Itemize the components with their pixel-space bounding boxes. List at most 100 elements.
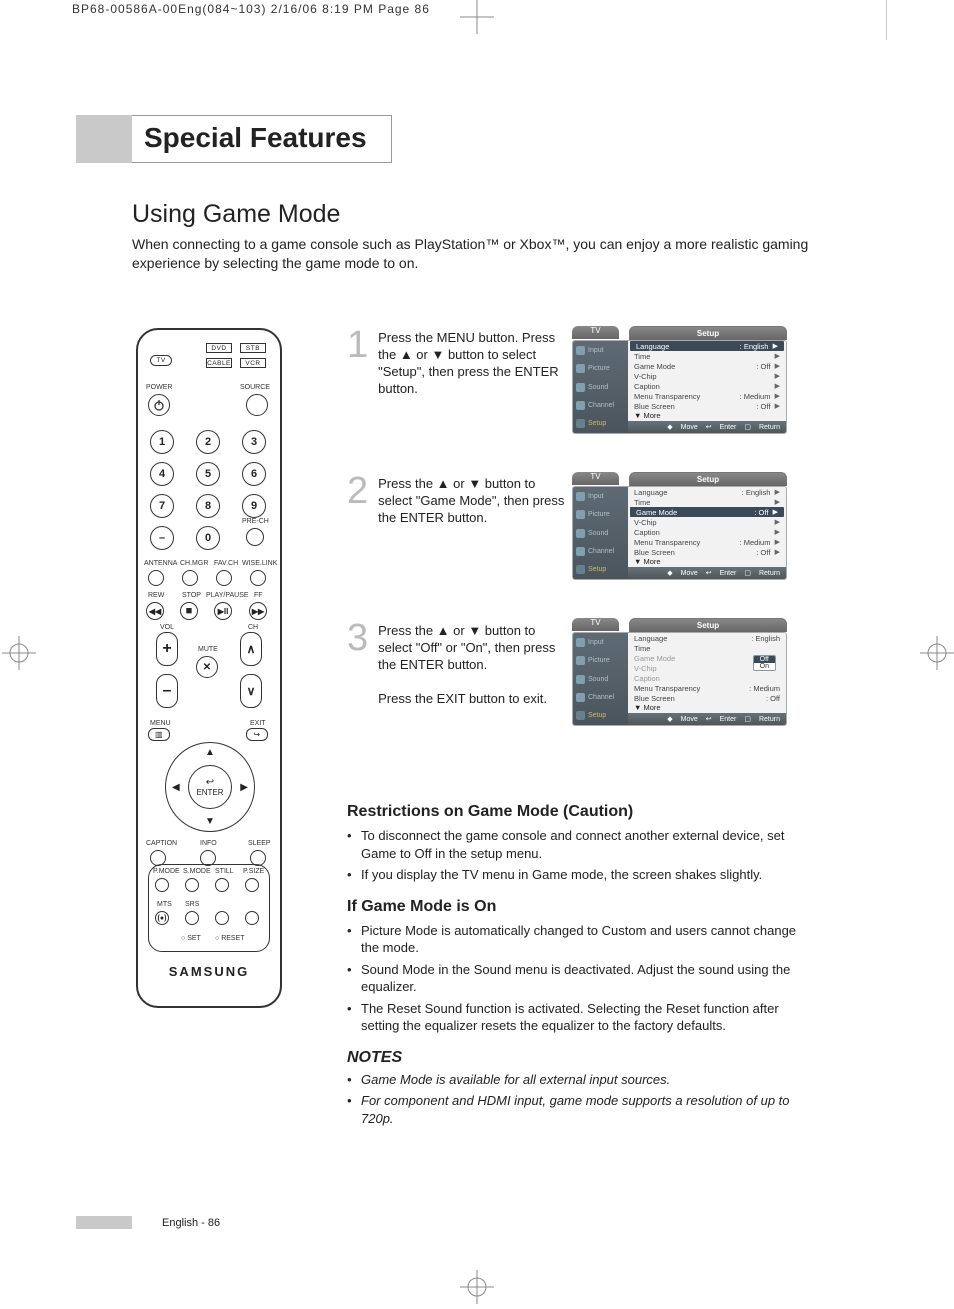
power-label: POWER <box>146 384 172 391</box>
osd-row-caption: Caption <box>628 673 786 683</box>
nav-down-icon: ▼ <box>205 816 215 827</box>
section-title: Special Features <box>132 115 392 163</box>
reset-label: ○ RESET <box>215 935 245 942</box>
mute-label: MUTE <box>198 646 218 653</box>
channel-icon <box>576 401 585 410</box>
sound-icon <box>576 529 585 538</box>
sound-icon <box>576 675 585 684</box>
playpause-label: PLAY/PAUSE <box>206 592 249 599</box>
srs-button <box>185 911 199 925</box>
osd-more: ▼ More <box>628 411 786 421</box>
brand-logo-text: SAMSUNG <box>138 964 280 979</box>
osd-screenshot-1: TV Setup Input Picture Sound Channel Set… <box>572 326 787 446</box>
rew-button: ◀◀ <box>146 602 164 620</box>
nav-left-icon: ◀ <box>172 782 180 793</box>
channel-icon <box>576 693 585 702</box>
antenna-button <box>148 570 164 586</box>
list-item: To disconnect the game console and conne… <box>347 827 817 862</box>
num-7-button: 7 <box>150 494 174 518</box>
section-title-bar: Special Features <box>76 115 392 163</box>
osd-screenshot-3: TV Setup Input Picture Sound Channel Set… <box>572 618 787 738</box>
osd-left-label: Input <box>588 347 604 354</box>
favch-button <box>216 570 232 586</box>
osd-left-label: Sound <box>588 384 608 391</box>
cable-mode-button: CABLE <box>206 358 232 368</box>
smode-label: S.MODE <box>183 868 211 875</box>
osd-tv-tab: TV <box>572 618 619 631</box>
power-icon <box>153 399 165 411</box>
psize-button <box>245 878 259 892</box>
osd-row-gamemode: Game Mode: Off ▶ <box>628 361 786 371</box>
vol-down-button: – <box>156 674 178 708</box>
ff-button: ▶▶ <box>249 602 267 620</box>
sound-icon <box>576 383 585 392</box>
list-item: The Reset Sound function is activated. S… <box>347 1000 817 1035</box>
registration-mark-bottom <box>460 1270 494 1304</box>
osd-left-menu: Input Picture Sound Channel Setup <box>573 633 628 725</box>
list-item: For component and HDMI input, game mode … <box>347 1092 817 1127</box>
info-label: INFO <box>200 840 217 847</box>
osd-left-label: Setup <box>588 420 606 427</box>
list-item: Game Mode is available for all external … <box>347 1071 817 1089</box>
osd-right-panel: Language: English Time Game Mode V-Chip … <box>628 633 786 725</box>
picture-icon <box>576 656 585 665</box>
osd-left-label: Channel <box>588 402 614 409</box>
nav-right-icon: ▶ <box>240 782 248 793</box>
nav-ring: ▲ ▼ ◀ ▶ ↩ ENTER <box>165 742 255 832</box>
step-number: 2 <box>347 476 368 506</box>
info-column: Restrictions on Game Mode (Caution) To d… <box>347 803 817 1142</box>
source-label: SOURCE <box>240 384 270 391</box>
osd-footer: ◆Move ↩Enter ▢Return <box>628 713 786 725</box>
intro-paragraph: When connecting to a game console such a… <box>132 235 812 273</box>
osd-row-language: Language: English <box>628 633 786 643</box>
setup-icon <box>576 711 585 720</box>
osd-row-menutrans: Menu Transparency: Medium ▶ <box>628 537 786 547</box>
srs-label: SRS <box>185 901 199 908</box>
list-item: Sound Mode in the Sound menu is deactiva… <box>347 961 817 996</box>
osd-row-bluescreen: Blue Screen: Off ▶ <box>628 401 786 411</box>
menu-label: MENU <box>150 720 171 727</box>
setup-icon <box>576 565 585 574</box>
pmode-label: P.MODE <box>153 868 180 875</box>
list-item: Picture Mode is automatically changed to… <box>347 922 817 957</box>
enter-button: ↩ ENTER <box>188 765 232 809</box>
num-9-button: 9 <box>242 494 266 518</box>
rew-label: REW <box>148 592 164 599</box>
stop-button: ■ <box>180 602 198 620</box>
if-on-heading: If Game Mode is On <box>347 898 817 916</box>
osd-more: ▼ More <box>628 703 786 713</box>
vol-label: VOL <box>160 624 174 631</box>
still-label: STILL <box>215 868 234 875</box>
step-1: 1 Press the MENU button. Press the ▲ or … <box>347 330 567 398</box>
osd-left-menu: Input Picture Sound Channel Setup <box>573 487 628 579</box>
osd-row-caption: Caption ▶ <box>628 381 786 391</box>
restrictions-list: To disconnect the game console and conne… <box>347 827 817 884</box>
dash-button: – <box>150 526 174 550</box>
section-title-accent <box>76 115 132 163</box>
num-6-button: 6 <box>242 462 266 486</box>
caption-label: CAPTION <box>146 840 177 847</box>
tv-mode-button: TV <box>150 355 172 366</box>
osd-footer: ◆Move ↩Enter ▢Return <box>628 567 786 579</box>
osd-tv-tab: TV <box>572 472 619 485</box>
restrictions-heading: Restrictions on Game Mode (Caution) <box>347 803 817 821</box>
input-icon <box>576 346 585 355</box>
if-on-list: Picture Mode is automatically changed to… <box>347 922 817 1035</box>
osd-row-time: Time <box>628 643 786 653</box>
osd-row-language: Language: English ▶ <box>628 487 786 497</box>
print-header-note: BP68-00586A-00Eng(084~103) 2/16/06 8:19 … <box>72 2 430 16</box>
num-5-button: 5 <box>196 462 220 486</box>
mute-button: ✕ <box>196 656 218 678</box>
osd-more: ▼ More <box>628 557 786 567</box>
wiselink-label: WISE.LINK <box>242 560 277 567</box>
osd-row-time: Time ▶ <box>628 497 786 507</box>
prech-label: PRE-CH <box>242 518 269 525</box>
menu-button: ▥ <box>148 728 170 741</box>
mts-button: (●) <box>155 911 169 925</box>
osd-row-vchip: V-Chip ▶ <box>628 517 786 527</box>
ch-label: CH <box>248 624 258 631</box>
registration-mark-right <box>920 636 954 670</box>
enter-icon: ↩ <box>706 423 712 431</box>
osd-row-bluescreen: Blue Screen: Off <box>628 693 786 703</box>
still-button <box>215 878 229 892</box>
